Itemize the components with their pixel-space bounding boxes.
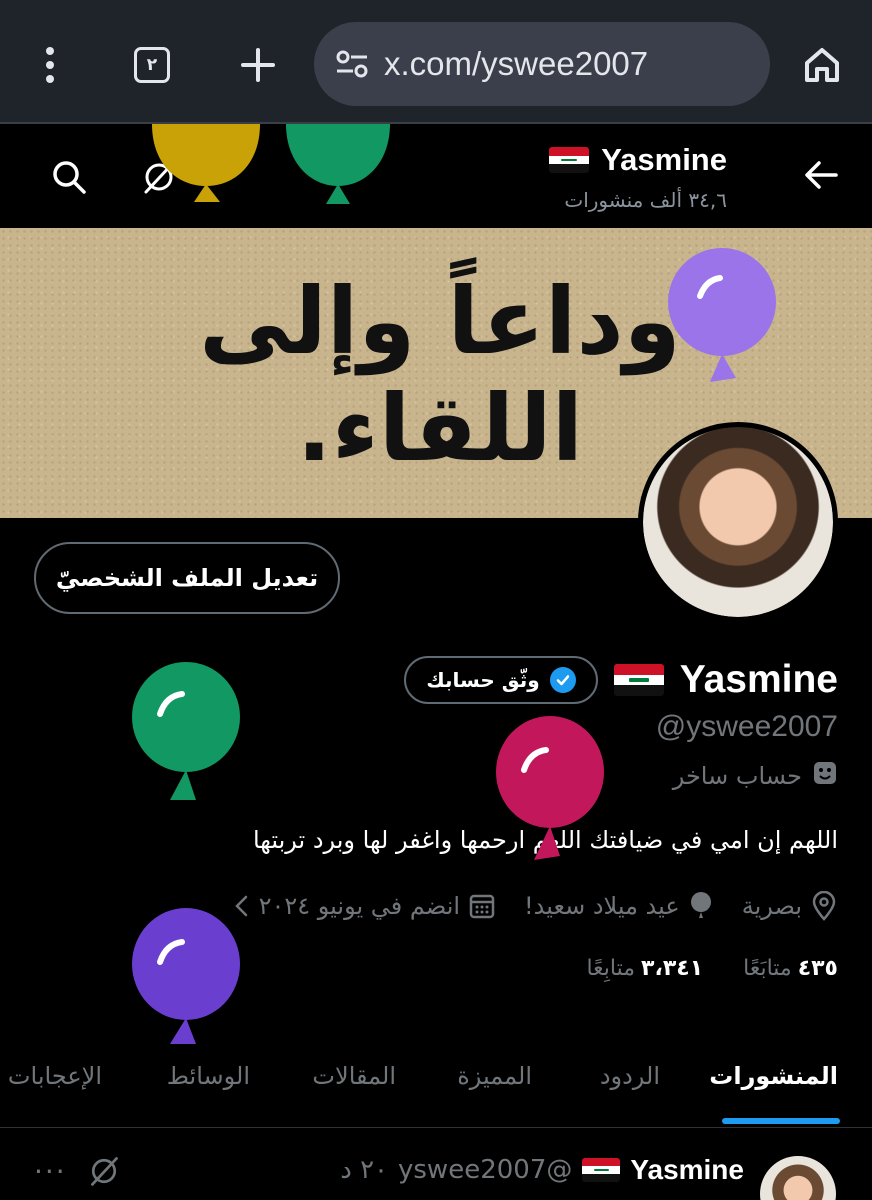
search-icon[interactable] [44,152,94,202]
balloon-yellow [152,124,260,202]
post-header: Yasmine @yswee2007 ٢٠ د [340,1154,744,1186]
browser-toolbar: ٢ x.com/yswee2007 [0,0,872,124]
followers-count: ٣،٣٤١ [641,956,704,981]
balloon-pink [496,716,604,860]
post-preview[interactable]: Yasmine @yswee2007 ٢٠ د ··· [0,1128,872,1200]
location-pin-icon [812,891,836,921]
balloon-purple [132,908,240,1044]
more-vertical-icon[interactable] [20,30,80,100]
grok-icon[interactable] [87,1154,121,1188]
following-label: متابَعًا [743,956,792,981]
iraq-flag-icon [549,147,590,173]
active-tab-indicator [722,1118,840,1124]
tab-highlights[interactable]: المميزة [457,1062,532,1090]
topbar-name-text: Yasmine [601,142,727,177]
verify-account-button[interactable]: وثّق حسابك [404,656,598,704]
balloon-green-top [286,124,390,204]
followers-label: متابِعًا [586,956,636,981]
post-handle: @yswee2007 [398,1155,573,1185]
site-settings-icon[interactable] [332,44,372,84]
profile-name: Yasmine [679,658,838,701]
url-text: x.com/yswee2007 [384,45,649,82]
profile-topbar: Yasmine ٣٤,٦ ألف منشورات [0,124,872,228]
tab-posts[interactable]: المنشورات [709,1062,838,1090]
masks-icon [812,760,838,792]
tab-likes[interactable]: الإعجابات [8,1062,102,1090]
followers-stat[interactable]: ٣،٣٤١متابِعًا [586,956,703,981]
tab-media[interactable]: الوسائط [167,1062,250,1090]
profile-avatar[interactable] [638,422,838,622]
topbar-post-count: ٣٤,٦ ألف منشورات [564,188,727,212]
balloon-lavender [668,248,776,382]
location-item: بصرية [742,891,838,921]
joined-item: انضم في يونيو ٢٠٢٤ [233,892,496,920]
more-horizontal-icon[interactable]: ··· [34,1155,67,1188]
new-tab-icon[interactable] [228,30,288,100]
calendar-icon [469,894,495,919]
profile-meta: بصرية عيد ميلاد سعيد! انضم في يونيو ٢٠٢٤ [233,886,838,926]
joined-text: انضم في يونيو ٢٠٢٤ [258,892,461,920]
birthday-text: عيد ميلاد سعيد! [524,892,680,920]
tab-replies[interactable]: الردود [600,1062,660,1090]
following-stat[interactable]: ٤٣٥متابَعًا [743,956,838,981]
following-count: ٤٣٥ [797,956,838,981]
edit-profile-button[interactable]: تعديل الملف الشخصيّ [34,542,340,614]
tab-articles[interactable]: المقالات [312,1062,396,1090]
iraq-flag-icon [613,664,664,696]
post-time: ٢٠ د [340,1155,388,1185]
location-text: بصرية [741,892,802,920]
birthday-item: عيد ميلاد سعيد! [524,891,714,921]
post-author-name: Yasmine [630,1154,744,1185]
address-bar[interactable]: x.com/yswee2007 [314,22,770,106]
balloon-icon [690,892,711,918]
verify-account-label: وثّق حسابك [426,668,540,692]
verified-badge-icon [549,667,576,693]
post-avatar[interactable] [760,1156,836,1200]
back-arrow-icon[interactable] [796,150,846,200]
parody-label: حساب ساخر [673,760,838,792]
post-actions: ··· [34,1154,121,1188]
tab-switcher-button[interactable]: ٢ [122,30,182,100]
profile-tabs: المنشورات الردود المميزة المقالات الوسائ… [0,1040,872,1128]
profile-stats: ٤٣٥متابَعًا ٣،٣٤١متابِعًا [586,956,838,981]
balloon-green [132,662,240,800]
parody-label-text: حساب ساخر [672,762,802,790]
iraq-flag-icon [582,1158,621,1182]
home-icon[interactable] [792,30,852,100]
profile-handle: @yswee2007 [655,710,838,743]
tab-count: ٢ [134,47,170,83]
profile-name-row: Yasmine وثّق حسابك [404,654,838,706]
topbar-name: Yasmine [549,142,727,178]
